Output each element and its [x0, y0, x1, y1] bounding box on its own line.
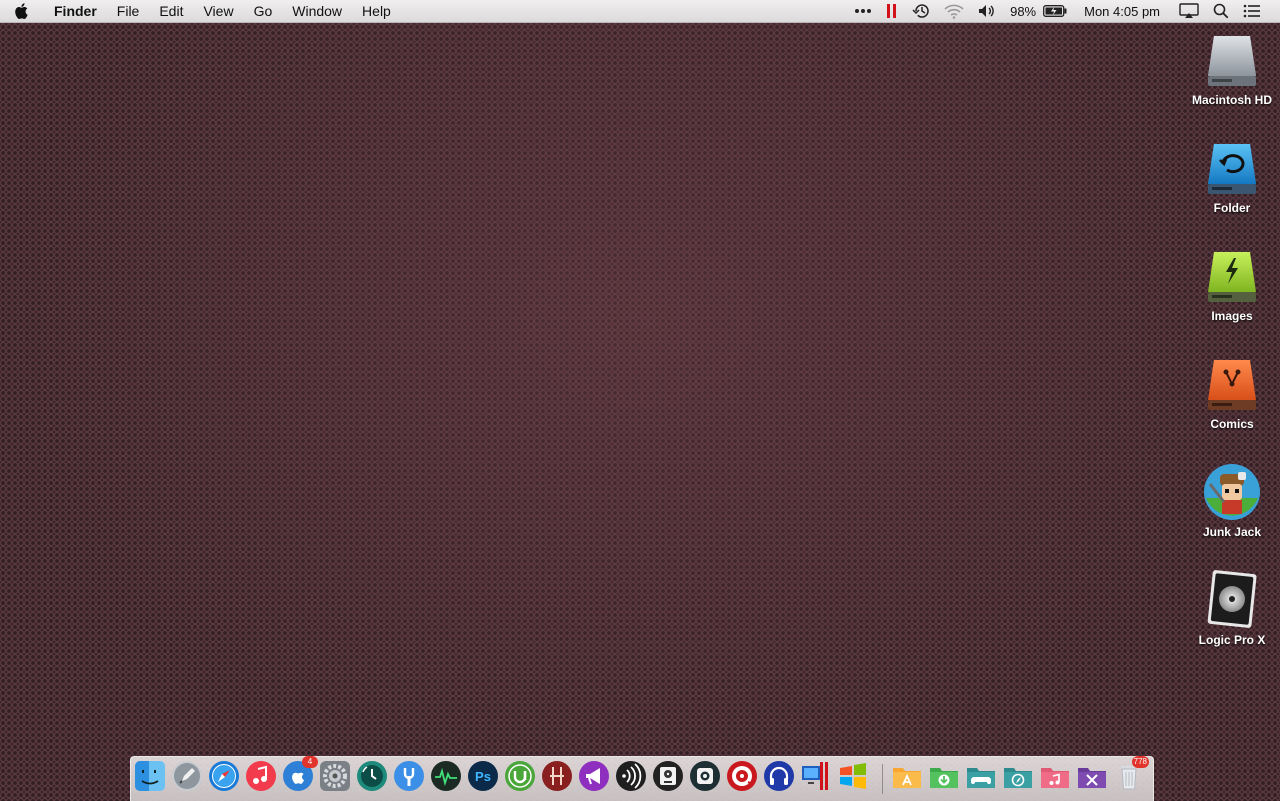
downloads-folder-icon [930, 768, 958, 788]
safari-compass-icon [209, 761, 239, 791]
time-machine-icon[interactable] [905, 0, 937, 22]
hard-drive-icon [1202, 30, 1262, 90]
desktop-item-label: Images [1211, 309, 1253, 323]
dock-camera-app[interactable] [689, 760, 721, 792]
dock-folder-tools[interactable] [1076, 760, 1108, 792]
svg-text:Ps: Ps [475, 769, 491, 784]
menu-view[interactable]: View [193, 0, 243, 22]
dock-megaphone-app[interactable] [578, 760, 610, 792]
dock-finder[interactable] [134, 760, 166, 792]
battery-percent[interactable]: 98% [1003, 0, 1043, 22]
menu-file[interactable]: File [107, 0, 150, 22]
trash-badge: 778 [1131, 756, 1149, 768]
dock-itunes[interactable] [245, 760, 277, 792]
notification-center-icon[interactable] [1236, 0, 1268, 22]
gear-icon [320, 761, 350, 791]
dock-separator [882, 764, 883, 794]
dock-folder-games[interactable] [965, 760, 997, 792]
windows-logo-icon [840, 763, 866, 789]
desktop-item-macintosh-hd[interactable]: Macintosh HD [1192, 30, 1272, 108]
menu-go[interactable]: Go [244, 0, 283, 22]
junk-jack-app-icon [1202, 462, 1262, 522]
dock-safari[interactable] [208, 760, 240, 792]
dock-utorrent[interactable] [504, 760, 536, 792]
desktop-item-label: Macintosh HD [1192, 93, 1273, 107]
dock-headphones-app[interactable] [763, 760, 795, 792]
parallels-windows-icon [802, 762, 828, 790]
dock-activity-monitor[interactable] [430, 760, 462, 792]
wrench-tool-icon [394, 761, 424, 791]
sound-waves-icon [616, 761, 646, 791]
tools-folder-icon [1078, 768, 1106, 788]
dock-utilities[interactable] [393, 760, 425, 792]
time-machine-clock-icon [357, 761, 387, 791]
desktop-item-images[interactable]: Images [1192, 246, 1272, 324]
finder-icon [135, 761, 165, 791]
desktop-item-label: Logic Pro X [1198, 633, 1266, 647]
desktop-item-folder[interactable]: Folder [1192, 138, 1272, 216]
dock-trash[interactable]: 778 [1113, 756, 1149, 792]
dock-folder-music[interactable] [1039, 760, 1071, 792]
games-folder-icon [967, 768, 995, 788]
volume-icon[interactable] [971, 0, 1003, 22]
battery-icon[interactable] [1043, 0, 1074, 22]
camera-lens-icon [690, 761, 720, 791]
wifi-icon[interactable] [937, 0, 971, 22]
airplay-icon[interactable] [1172, 0, 1206, 22]
menu-window[interactable]: Window [282, 0, 352, 22]
dock-time-machine[interactable] [356, 760, 388, 792]
dock-vinyl-app[interactable] [726, 760, 758, 792]
headphones-icon [764, 761, 794, 791]
desktop-item-comics[interactable]: Comics [1192, 354, 1272, 432]
dock-folder-web[interactable] [1002, 760, 1034, 792]
more-icon[interactable] [847, 0, 879, 22]
menu-edit[interactable]: Edit [149, 0, 193, 22]
menu-bar: Finder File Edit View Go Window Help 98%… [0, 0, 1280, 23]
desktop-item-junk-jack[interactable]: Junk Jack [1192, 462, 1272, 540]
logic-pro-x-icon [1202, 570, 1262, 630]
disk-player-icon [653, 761, 683, 791]
menu-help[interactable]: Help [352, 0, 401, 22]
dock-app-store[interactable]: 4 [282, 756, 318, 792]
onyx-tool-icon [542, 761, 572, 791]
desktop-item-logic-pro-x[interactable]: Logic Pro X [1192, 570, 1272, 648]
dock-airfoil[interactable] [615, 760, 647, 792]
megaphone-icon [579, 761, 609, 791]
compass-folder-icon [1004, 768, 1032, 788]
dock-launchpad[interactable] [171, 760, 203, 792]
launchpad-rocket-icon [172, 761, 202, 791]
activity-waveform-icon [431, 761, 461, 791]
applications-folder-icon [893, 768, 921, 788]
app-store-badge: 4 [302, 756, 318, 768]
dock-folder-downloads[interactable] [928, 760, 960, 792]
dock-system-preferences[interactable] [319, 760, 351, 792]
time-machine-drive-icon [1202, 138, 1262, 198]
dock-windows-vm[interactable] [837, 760, 869, 792]
parallels-menu-icon[interactable] [879, 0, 905, 22]
dock-folder-applications[interactable] [891, 760, 923, 792]
dock-onyx[interactable] [541, 760, 573, 792]
thunderbolt-drive-icon [1202, 246, 1262, 306]
photoshop-icon: Ps [468, 761, 498, 791]
desktop-item-label: Folder [1213, 201, 1251, 215]
music-folder-icon [1041, 768, 1069, 788]
apple-menu-icon[interactable] [0, 3, 42, 19]
network-drive-icon [1202, 354, 1262, 414]
music-note-icon [246, 761, 276, 791]
app-menu-finder[interactable]: Finder [42, 0, 107, 22]
dock-disk-utility[interactable] [652, 760, 684, 792]
dock-photoshop[interactable]: Ps [467, 760, 499, 792]
desktop-item-label: Junk Jack [1202, 525, 1262, 539]
desktop-item-label: Comics [1210, 417, 1254, 431]
vinyl-record-icon [727, 761, 757, 791]
utorrent-icon [505, 761, 535, 791]
dock-parallels[interactable] [800, 760, 832, 792]
menubar-clock[interactable]: Mon 4:05 pm [1074, 0, 1172, 22]
spotlight-search-icon[interactable] [1206, 0, 1236, 22]
